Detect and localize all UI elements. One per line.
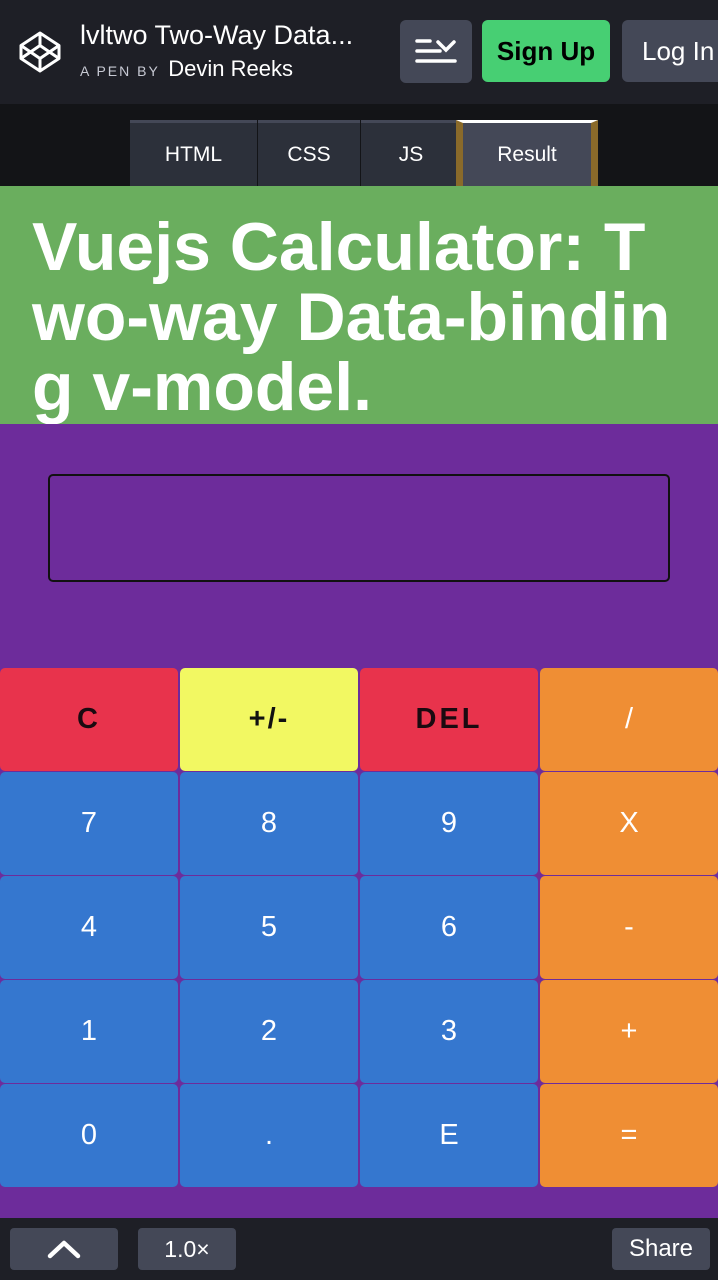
delete-key[interactable]: DEL (360, 668, 538, 771)
equals-key[interactable]: = (540, 1084, 718, 1187)
digit-8-key[interactable]: 8 (180, 772, 358, 875)
codepen-logo-icon[interactable] (18, 30, 62, 74)
divide-key[interactable]: / (540, 668, 718, 771)
clear-key[interactable]: C (0, 668, 178, 771)
pen-by-label: A PEN BY (80, 63, 160, 79)
digit-2-key[interactable]: 2 (180, 980, 358, 1083)
page-heading: Vuejs Calculator: Two-way Data-binding v… (32, 209, 671, 425)
log-in-button[interactable]: Log In (622, 20, 718, 82)
editor-tabs: HTML CSS JS Result (0, 104, 718, 186)
exponent-key[interactable]: E (360, 1084, 538, 1187)
pen-author-line: A PEN BY Devin Reeks (80, 56, 293, 82)
result-heading-area: Vuejs Calculator: Two-way Data-binding v… (0, 186, 718, 424)
calculator: C +/- DEL / 7 8 9 X 4 5 6 - 1 2 3 + 0 . … (0, 424, 718, 1218)
digit-6-key[interactable]: 6 (360, 876, 538, 979)
pen-title[interactable]: lvltwo Two-Way Data... (80, 20, 353, 51)
expand-button[interactable] (10, 1228, 118, 1270)
menu-chevron-icon (415, 39, 457, 63)
plus-key[interactable]: + (540, 980, 718, 1083)
sign-toggle-key[interactable]: +/- (180, 668, 358, 771)
menu-button[interactable] (400, 20, 472, 83)
tab-result[interactable]: Result (456, 120, 598, 186)
calculator-display[interactable] (48, 474, 670, 582)
sign-up-button[interactable]: Sign Up (482, 20, 610, 82)
digit-7-key[interactable]: 7 (0, 772, 178, 875)
digit-4-key[interactable]: 4 (0, 876, 178, 979)
bottom-bar: 1.0× Share (0, 1218, 718, 1280)
digit-0-key[interactable]: 0 (0, 1084, 178, 1187)
tab-js[interactable]: JS (361, 120, 461, 186)
digit-9-key[interactable]: 9 (360, 772, 538, 875)
tab-css[interactable]: CSS (258, 120, 360, 186)
zoom-level-button[interactable]: 1.0× (138, 1228, 236, 1270)
share-button[interactable]: Share (612, 1228, 710, 1270)
multiply-key[interactable]: X (540, 772, 718, 875)
minus-key[interactable]: - (540, 876, 718, 979)
decimal-key[interactable]: . (180, 1084, 358, 1187)
digit-5-key[interactable]: 5 (180, 876, 358, 979)
chevron-up-icon (47, 1240, 81, 1259)
digit-1-key[interactable]: 1 (0, 980, 178, 1083)
top-bar: lvltwo Two-Way Data... A PEN BY Devin Re… (0, 0, 718, 104)
tab-html[interactable]: HTML (130, 120, 257, 186)
author-link[interactable]: Devin Reeks (168, 56, 293, 81)
digit-3-key[interactable]: 3 (360, 980, 538, 1083)
